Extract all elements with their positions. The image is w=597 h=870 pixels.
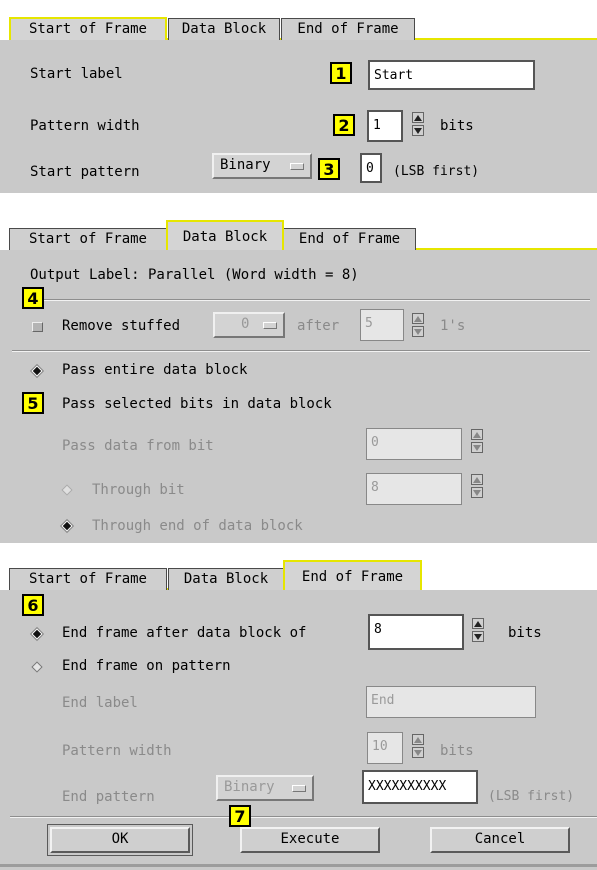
dropdown-indicator-icon <box>263 322 277 329</box>
tab-start-of-frame[interactable]: Start of Frame <box>9 568 167 590</box>
tab-data-block[interactable]: Data Block <box>166 220 284 250</box>
end-after-block-label: End frame after data block of <box>62 625 307 641</box>
after-label: after <box>297 318 340 334</box>
ok-button[interactable]: OK <box>47 824 193 856</box>
callout-6: 6 <box>22 594 44 616</box>
spin-up-icon[interactable] <box>472 618 484 629</box>
through-bit-radio[interactable] <box>61 484 73 496</box>
pattern-width-input[interactable]: 10 <box>367 732 403 764</box>
output-label-text: Output Label: Parallel (Word width = 8) <box>30 267 359 283</box>
start-pattern-caption: Start pattern <box>30 164 140 180</box>
start-of-frame-panel: Start of Frame Data Block End of Frame S… <box>0 10 597 193</box>
after-count-spinner[interactable] <box>412 313 426 337</box>
end-on-pattern-radio[interactable] <box>31 661 43 673</box>
spin-up-icon[interactable] <box>412 734 424 745</box>
spin-down-icon[interactable] <box>412 326 424 337</box>
tab-end-of-frame[interactable]: End of Frame <box>283 228 416 250</box>
pass-from-bit-label: Pass data from bit <box>62 438 214 454</box>
cancel-button[interactable]: Cancel <box>430 827 570 853</box>
tab-start-of-frame[interactable]: Start of Frame <box>9 17 167 40</box>
end-on-pattern-label: End frame on pattern <box>62 658 231 674</box>
spin-up-icon[interactable] <box>471 429 483 440</box>
end-of-frame-panel: Start of Frame Data Block End of Frame 6… <box>0 560 597 870</box>
start-label-input[interactable]: Start <box>368 60 535 90</box>
pattern-width-spinner[interactable] <box>412 734 426 758</box>
end-after-block-radio[interactable] <box>31 628 43 640</box>
through-bit-spinner[interactable] <box>471 474 485 498</box>
end-pattern-format-dropdown[interactable]: Binary <box>216 775 314 801</box>
end-pattern-input[interactable]: XXXXXXXXXX <box>362 770 478 804</box>
pattern-width-input[interactable]: 1 <box>367 110 403 142</box>
ones-label: 1's <box>440 318 466 334</box>
callout-7: 7 <box>229 805 251 827</box>
spin-down-icon[interactable] <box>471 487 483 498</box>
start-label-caption: Start label <box>30 66 123 82</box>
pass-entire-radio[interactable] <box>31 365 43 377</box>
start-pattern-input[interactable]: 0 <box>360 153 382 183</box>
dropdown-indicator-icon <box>292 785 306 792</box>
end-label-input[interactable]: End <box>366 686 536 718</box>
remove-stuffed-checkbox[interactable] <box>32 322 43 332</box>
callout-5: 5 <box>22 392 44 414</box>
through-end-label: Through end of data block <box>92 518 303 534</box>
end-pattern-caption: End pattern <box>62 789 155 805</box>
tab-end-of-frame[interactable]: End of Frame <box>283 560 422 590</box>
start-pattern-format-dropdown[interactable]: Binary <box>212 153 312 179</box>
through-bit-input[interactable]: 8 <box>366 473 462 505</box>
spin-down-icon[interactable] <box>472 631 484 642</box>
lsb-first-note: (LSB first) <box>488 789 575 804</box>
through-bit-label: Through bit <box>92 482 185 498</box>
spin-up-icon[interactable] <box>412 112 424 123</box>
end-after-block-spinner[interactable] <box>472 618 486 642</box>
callout-1: 1 <box>330 62 352 84</box>
tab-start-of-frame[interactable]: Start of Frame <box>9 228 167 250</box>
execute-button[interactable]: Execute <box>240 827 380 853</box>
stuffed-bit-value: 0 <box>241 316 250 332</box>
pattern-width-caption: Pattern width <box>62 743 172 759</box>
pass-from-bit-input[interactable]: 0 <box>366 428 462 460</box>
data-block-panel: Start of Frame Data Block End of Frame O… <box>0 220 597 543</box>
bottom-edge <box>0 864 597 867</box>
separator <box>12 350 590 352</box>
spin-down-icon[interactable] <box>471 442 483 453</box>
pass-from-bit-spinner[interactable] <box>471 429 485 453</box>
spin-down-icon[interactable] <box>412 747 424 758</box>
tab-data-block[interactable]: Data Block <box>168 18 280 40</box>
tab-end-of-frame[interactable]: End of Frame <box>281 18 415 40</box>
lsb-first-note: (LSB first) <box>393 164 480 179</box>
callout-4: 4 <box>22 287 44 309</box>
end-label-caption: End label <box>62 695 138 711</box>
pattern-width-caption: Pattern width <box>30 118 140 134</box>
bits-unit: bits <box>440 118 474 134</box>
pass-entire-label: Pass entire data block <box>62 362 248 378</box>
end-after-block-input[interactable]: 8 <box>368 614 464 650</box>
separator <box>44 299 590 301</box>
dropdown-indicator-icon <box>290 163 304 170</box>
pattern-width-spinner[interactable] <box>412 112 426 136</box>
format-value: Binary <box>224 779 275 795</box>
bits-unit: bits <box>508 625 542 641</box>
spin-up-icon[interactable] <box>412 313 424 324</box>
after-count-input[interactable]: 5 <box>360 309 404 341</box>
tab-data-block[interactable]: Data Block <box>168 568 284 590</box>
pass-selected-label: Pass selected bits in data block <box>62 396 332 412</box>
through-end-radio[interactable] <box>61 520 73 532</box>
callout-3: 3 <box>318 158 340 180</box>
separator <box>10 816 597 818</box>
remove-stuffed-label: Remove stuffed <box>62 318 181 334</box>
bits-unit: bits <box>440 743 474 759</box>
callout-2: 2 <box>333 114 355 136</box>
format-value: Binary <box>220 157 271 173</box>
stuffed-bit-dropdown[interactable]: 0 <box>213 312 285 338</box>
spin-up-icon[interactable] <box>471 474 483 485</box>
spin-down-icon[interactable] <box>412 125 424 136</box>
